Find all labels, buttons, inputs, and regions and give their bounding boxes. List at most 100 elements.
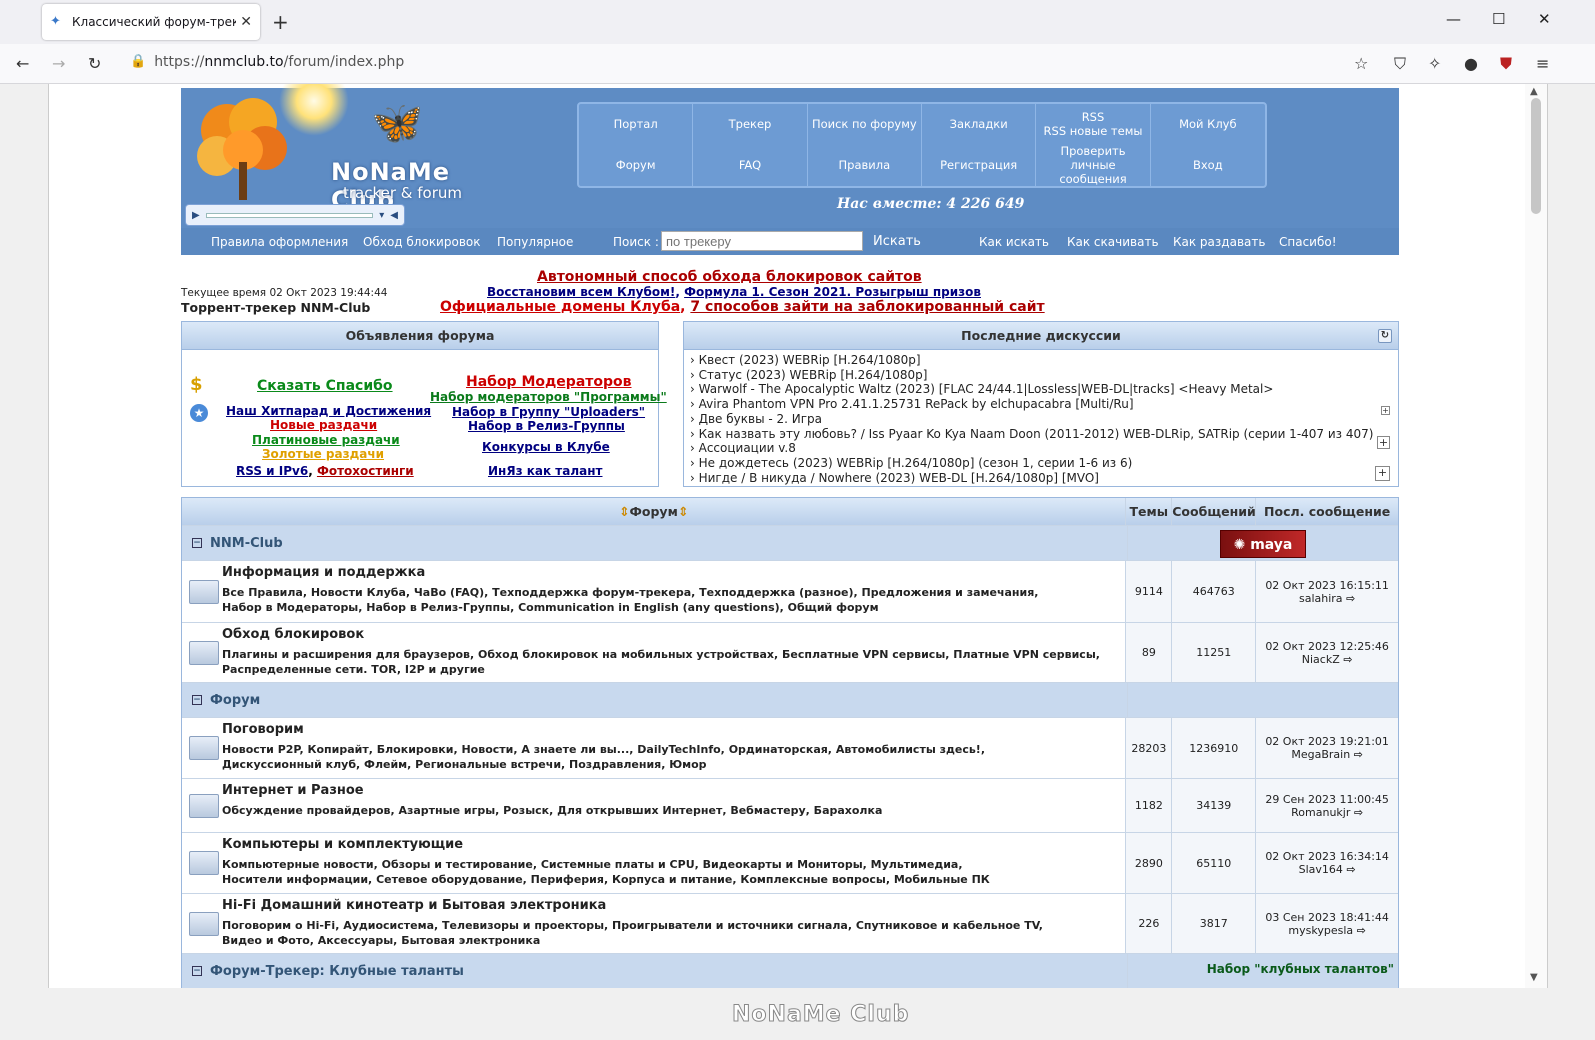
discussion-item[interactable]: › Две буквы - 2. Игра — [690, 412, 1392, 427]
menu-my-club[interactable]: Мой Клуб — [1151, 104, 1265, 144]
new-tab-icon[interactable]: + — [272, 10, 289, 34]
link-bypass-blocks[interactable]: Обход блокировок — [363, 235, 480, 249]
link-hitparade[interactable]: Наш Хитпарад и Достижения — [226, 404, 431, 418]
link-inyaz[interactable]: ИнЯз как талант — [488, 464, 602, 478]
menu-forum[interactable]: Форум — [579, 144, 694, 186]
refresh-icon[interactable]: ↻ — [1378, 329, 1392, 343]
discussion-item[interactable]: › Ассоциации v.8 — [690, 441, 1392, 456]
subforums-line[interactable]: Все Правила, Новости Клуба, ЧаВо (FAQ), … — [222, 586, 1038, 601]
go-to-post-icon[interactable]: ⇨ — [1354, 806, 1363, 819]
category-title[interactable]: NNM-Club — [210, 536, 283, 551]
link-popular[interactable]: Популярное — [497, 235, 573, 249]
forum-title[interactable]: Обход блокировок — [222, 627, 1100, 642]
last-post-user[interactable]: myskypesla — [1288, 924, 1353, 937]
forum-title[interactable]: Hi-Fi Домашний кинотеатр и Бытовая элект… — [222, 898, 1043, 913]
link-restore-club[interactable]: Восстановим всем Клубом! — [487, 285, 675, 299]
last-post-user[interactable]: salahira — [1299, 592, 1343, 605]
play-icon[interactable]: ▶ — [192, 210, 200, 221]
go-to-post-icon[interactable]: ⇨ — [1354, 748, 1363, 761]
menu-check-pm[interactable]: Проверить личные сообщения — [1036, 144, 1151, 186]
volume-icon[interactable]: ◀ — [390, 210, 398, 221]
link-talents-recruit[interactable]: Набор "клубных талантов" — [1128, 954, 1398, 988]
discussion-item[interactable]: › Не дождетесь (2023) WEBRip [H.264/1080… — [690, 456, 1392, 471]
go-to-post-icon[interactable]: ⇨ — [1346, 863, 1355, 876]
discussion-item[interactable]: › Warwolf - The Apocalyptic Waltz (2023)… — [690, 382, 1392, 397]
link-7-ways[interactable]: 7 способов зайти на заблокированный сайт — [690, 299, 1044, 315]
link-platinum[interactable]: Платиновые раздачи — [252, 433, 400, 447]
link-rss-ipv6[interactable]: RSS и IPv6 — [236, 464, 308, 478]
forum-title[interactable]: Поговорим — [222, 722, 985, 737]
maya-planet-banner[interactable]: ✺ maya — [1220, 530, 1306, 558]
last-post-user[interactable]: MegaBrain — [1291, 748, 1350, 761]
menu-icon[interactable]: ≡ — [1536, 54, 1549, 73]
link-autonomous-bypass[interactable]: Автономный способ обхода блокировок сайт… — [537, 269, 922, 285]
forum-title[interactable]: Компьютеры и комплектующие — [222, 837, 990, 852]
discussion-item[interactable]: › Статус (2023) WEBRip [H.264/1080p] — [690, 368, 1392, 383]
menu-rss[interactable]: RSS RSS новые темы — [1036, 104, 1151, 144]
forum-title[interactable]: Интернет и Разное — [222, 783, 882, 798]
link-moderators[interactable]: Набор Модераторов — [466, 374, 632, 390]
dropdown-icon[interactable]: ▾ — [379, 210, 384, 221]
scroll-up-icon[interactable]: ▲ — [1530, 86, 1538, 97]
link-how-download[interactable]: Как скачивать — [1067, 235, 1159, 249]
link-formatting-rules[interactable]: Правила оформления — [211, 235, 348, 249]
subforums-line[interactable]: Новости P2P, Копирайт, Блокировки, Новос… — [222, 743, 985, 758]
close-window-icon[interactable]: ✕ — [1538, 10, 1551, 28]
subforums-line[interactable]: Компьютерные новости, Обзоры и тестирова… — [222, 858, 990, 873]
subforums-line[interactable]: Носители информации, Сетевое оборудовани… — [222, 873, 990, 888]
scrollbar[interactable]: ▲ ▼ — [1525, 84, 1547, 988]
discussion-item[interactable]: › Нигде / В никуда / Nowhere (2023) WEB-… — [690, 471, 1392, 486]
browser-tab[interactable]: ✦ Классический форум-трекер ✕ — [42, 4, 260, 40]
search-button[interactable]: Искать — [873, 234, 921, 249]
last-post-user[interactable]: NiackZ — [1302, 653, 1340, 666]
link-release-groups[interactable]: Набор в Релиз-Группы — [468, 419, 625, 433]
extension-icon[interactable]: ✧ — [1428, 54, 1441, 73]
menu-bookmarks[interactable]: Закладки — [922, 104, 1037, 144]
discussion-item[interactable]: › Квест (2023) WEBRip [H.264/1080p] — [690, 353, 1392, 368]
go-to-post-icon[interactable]: ⇨ — [1357, 924, 1366, 937]
link-official-domains[interactable]: Официальные домены Клуба — [440, 299, 680, 315]
expand-small-icon[interactable]: + — [1381, 406, 1390, 415]
player-progress[interactable] — [205, 212, 374, 218]
category-title[interactable]: Форум-Трекер: Клубные таланты — [210, 964, 464, 979]
subforums-line[interactable]: Распределенные сети. TOR, I2P и другие — [222, 663, 1100, 678]
site-logo[interactable]: 🦋 NoNaMe Club tracker & forum ▶ ▾ ◀ — [181, 84, 481, 228]
link-new-releases[interactable]: Новые раздачи — [270, 418, 377, 432]
collapse-icon[interactable]: − — [192, 966, 202, 976]
menu-forum-search[interactable]: Поиск по форуму — [808, 104, 922, 144]
subforums-line[interactable]: Обсуждение провайдеров, Азартные игры, Р… — [222, 804, 882, 819]
minimize-icon[interactable]: — — [1446, 10, 1461, 28]
bookmark-star-icon[interactable]: ☆ — [1354, 54, 1368, 73]
shield-icon[interactable]: ⛉ — [1394, 54, 1406, 74]
discussion-item[interactable]: › Как назвать эту любовь? / Iss Pyaar Ko… — [690, 427, 1392, 442]
menu-faq[interactable]: FAQ — [693, 144, 808, 186]
menu-register[interactable]: Регистрация — [922, 144, 1037, 186]
reload-icon[interactable]: ↻ — [88, 54, 101, 73]
collapse-icon[interactable]: − — [192, 695, 202, 705]
expand-icon[interactable]: + — [1377, 436, 1390, 449]
forum-title[interactable]: Информация и поддержка — [222, 565, 1038, 580]
link-formula1[interactable]: Формула 1. Сезон 2021. Розыгрыш призов — [684, 285, 981, 299]
link-thanks[interactable]: Спасибо! — [1279, 235, 1337, 249]
close-tab-icon[interactable]: ✕ — [240, 14, 252, 30]
category-title[interactable]: Форум — [210, 693, 260, 708]
forward-icon[interactable]: → — [52, 54, 65, 73]
header-forum[interactable]: ⇕Форум⇕ — [182, 498, 1127, 525]
link-gold[interactable]: Золотые раздачи — [262, 447, 384, 461]
subforums-line[interactable]: Дискуссионный клуб, Флейм, Региональные … — [222, 758, 985, 773]
subforums-line[interactable]: Плагины и расширения для браузеров, Обхо… — [222, 648, 1100, 663]
address-bar[interactable]: 🔒 https://nnmclub.to/forum/index.php — [130, 54, 404, 70]
link-how-search[interactable]: Как искать — [979, 235, 1049, 249]
maximize-icon[interactable]: ☐ — [1492, 10, 1505, 28]
menu-tracker[interactable]: Трекер — [693, 104, 808, 144]
audio-player[interactable]: ▶ ▾ ◀ — [185, 204, 405, 226]
last-post-user[interactable]: Slav164 — [1299, 863, 1343, 876]
ublock-icon[interactable]: ⛊ — [1500, 54, 1512, 74]
link-say-thanks[interactable]: Сказать Спасибо — [257, 378, 393, 394]
subforums-line[interactable]: Набор в Модераторы, Набор в Релиз-Группы… — [222, 601, 1038, 616]
collapse-icon[interactable]: − — [192, 538, 202, 548]
menu-rules[interactable]: Правила — [808, 144, 922, 186]
back-icon[interactable]: ← — [16, 54, 29, 73]
subforums-line[interactable]: Видео и Фото, Аксессуары, Бытовая электр… — [222, 934, 1043, 949]
search-input[interactable] — [661, 231, 863, 251]
